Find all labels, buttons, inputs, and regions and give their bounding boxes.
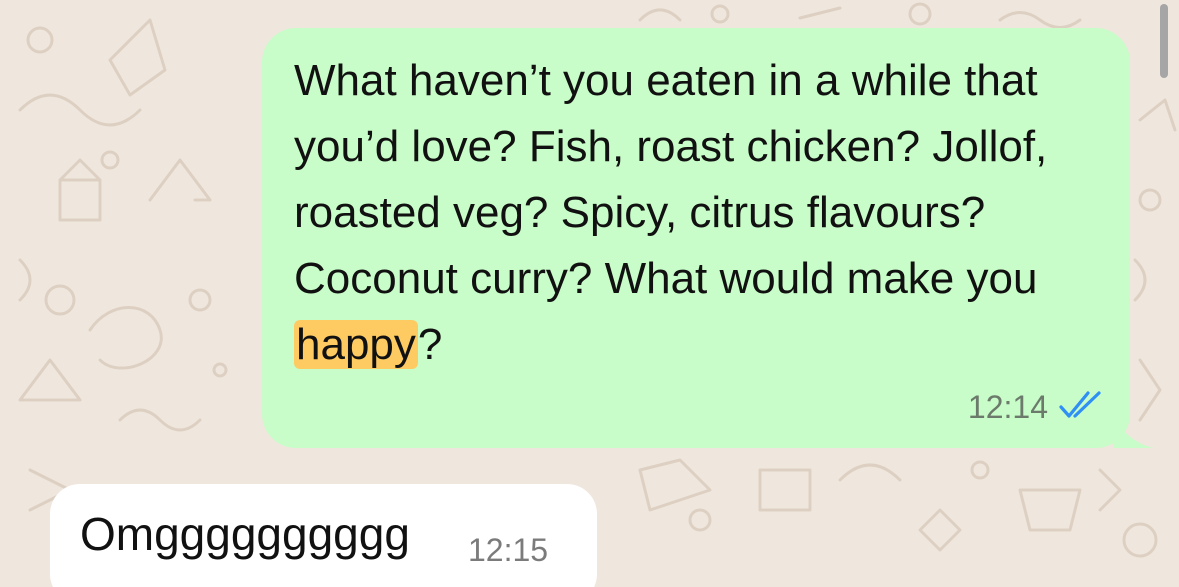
incoming-message-meta: 12:15 [468,532,548,569]
double-check-icon [1058,390,1102,425]
outgoing-message-meta: 12:14 [968,389,1102,426]
scrollbar-thumb[interactable] [1160,4,1168,78]
outgoing-message-body: What haven’t you eaten in a while that y… [294,56,1048,303]
outgoing-message-text: What haven’t you eaten in a while that y… [294,48,1114,378]
incoming-message-bubble[interactable]: Omgggggggggg 12:15 [50,484,597,587]
outgoing-message-end: ? [417,320,443,369]
incoming-message-time: 12:15 [468,532,549,568]
incoming-message-text: Omgggggggggg [80,508,410,560]
highlighted-word[interactable]: happy [294,320,418,369]
outgoing-message-bubble[interactable]: What haven’t you eaten in a while that y… [262,28,1154,448]
chat-window[interactable]: What haven’t you eaten in a while that y… [0,0,1179,587]
bubble-tail [1114,414,1154,448]
outgoing-message-time: 12:14 [967,389,1048,425]
